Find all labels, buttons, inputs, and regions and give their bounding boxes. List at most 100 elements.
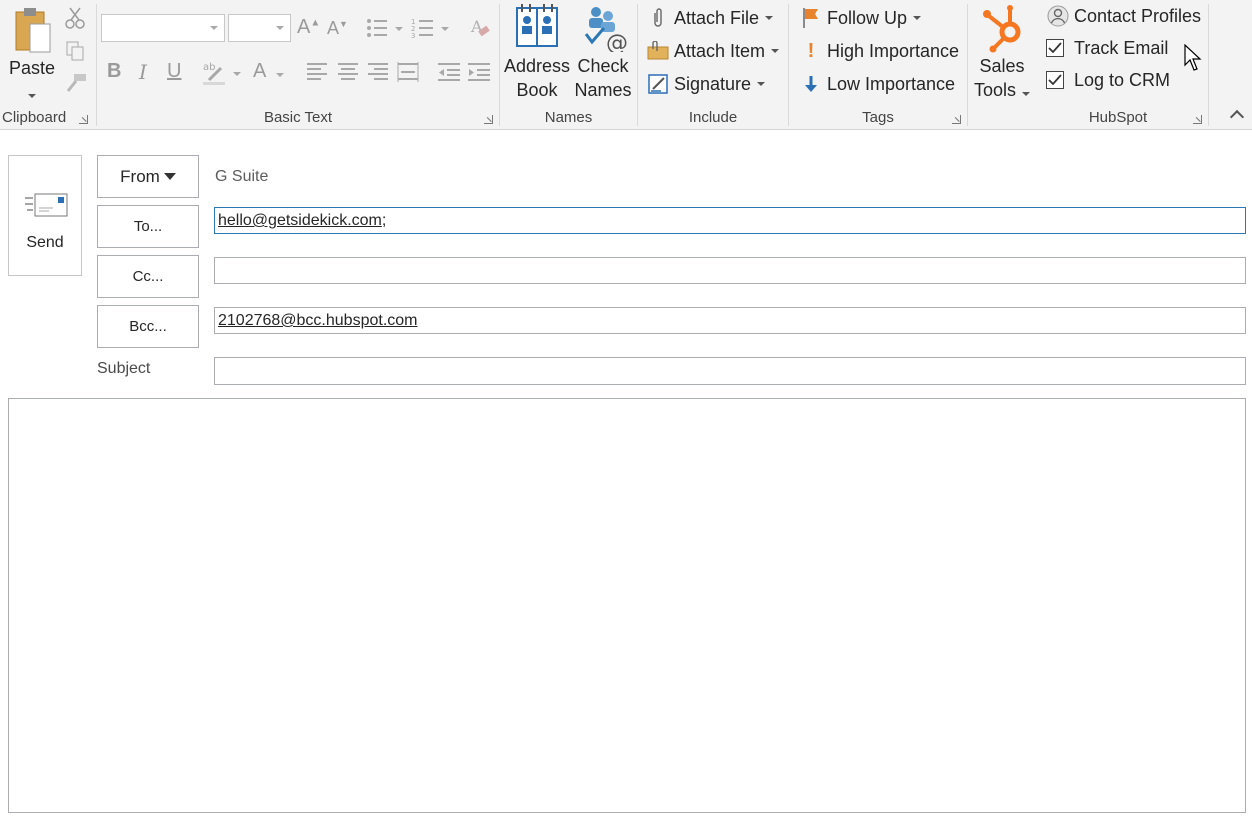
envelope-icon bbox=[25, 192, 69, 223]
follow-up-label: Follow Up bbox=[827, 7, 908, 28]
underline-button[interactable]: U bbox=[167, 60, 181, 83]
paste-button[interactable]: Paste bbox=[6, 4, 58, 100]
chevron-down-icon bbox=[28, 94, 36, 98]
signature-label: Signature bbox=[674, 73, 752, 94]
italic-button[interactable]: I bbox=[139, 60, 147, 84]
log-to-crm-checkbox[interactable] bbox=[1046, 71, 1064, 89]
align-left-icon[interactable] bbox=[306, 62, 328, 87]
send-label: Send bbox=[26, 234, 64, 251]
cut-icon[interactable] bbox=[64, 6, 86, 35]
chevron-down-icon bbox=[210, 26, 218, 30]
track-email-label: Track Email bbox=[1074, 37, 1169, 58]
contact-profiles-label: Contact Profiles bbox=[1074, 5, 1202, 26]
bullets-icon[interactable] bbox=[365, 16, 405, 45]
include-group: Attach File Attach Item Signature Includ… bbox=[638, 0, 788, 130]
from-button[interactable]: From bbox=[97, 155, 199, 198]
contact-profiles-button[interactable]: Contact Profiles bbox=[1046, 2, 1201, 30]
copy-icon[interactable] bbox=[64, 40, 86, 67]
attach-item-button[interactable]: Attach Item bbox=[646, 37, 780, 65]
checkmark-icon bbox=[1048, 74, 1062, 86]
cc-button[interactable]: Cc... bbox=[97, 255, 199, 298]
bcc-recipient[interactable]: 2102768@bcc.hubspot.com bbox=[218, 312, 417, 329]
signature-button[interactable]: Signature bbox=[646, 70, 766, 98]
font-color-button[interactable]: A bbox=[253, 60, 285, 83]
low-importance-button[interactable]: Low Importance bbox=[799, 70, 955, 98]
cc-label: Cc... bbox=[132, 268, 164, 285]
attach-item-label: Attach Item bbox=[674, 40, 766, 61]
follow-up-button[interactable]: Follow Up bbox=[799, 4, 922, 32]
names-group: Address Book @ Check Names Names bbox=[500, 0, 637, 130]
grow-font-icon[interactable]: A▲ bbox=[297, 16, 320, 39]
subject-label: Subject bbox=[97, 360, 151, 377]
cc-field[interactable] bbox=[214, 257, 1246, 284]
decrease-indent-icon[interactable] bbox=[437, 62, 461, 87]
flag-icon bbox=[799, 6, 823, 30]
tags-label: Tags bbox=[862, 109, 894, 126]
names-label: Names bbox=[544, 109, 593, 126]
chevron-down-icon bbox=[1022, 92, 1031, 96]
from-account: G Suite bbox=[215, 168, 269, 185]
to-field[interactable]: hello@getsidekick.com; bbox=[214, 207, 1246, 234]
chevron-down-icon bbox=[276, 73, 285, 77]
mouse-cursor-icon bbox=[1184, 43, 1204, 77]
check-names-icon: @ bbox=[572, 4, 634, 56]
basic-text-group: A▲ A▼ 123 A B I U ab A Basic Text bbox=[97, 0, 499, 130]
chevron-down-icon bbox=[163, 173, 176, 180]
collapse-ribbon-icon[interactable] bbox=[1229, 109, 1245, 125]
bold-button[interactable]: B bbox=[107, 60, 121, 83]
check-names-button[interactable]: @ Check Names bbox=[572, 4, 634, 102]
tags-launcher-icon[interactable] bbox=[952, 115, 961, 124]
attach-file-button[interactable]: Attach File bbox=[646, 4, 774, 32]
attach-file-label: Attach File bbox=[674, 7, 760, 28]
hubspot-launcher-icon[interactable] bbox=[1193, 115, 1202, 124]
highlight-icon[interactable]: ab bbox=[201, 60, 243, 91]
sales-tools-line1: Sales bbox=[979, 56, 1025, 76]
address-book-button[interactable]: Address Book bbox=[504, 4, 570, 102]
shrink-font-icon[interactable]: A▼ bbox=[327, 18, 348, 39]
to-recipient[interactable]: hello@getsidekick.com bbox=[218, 212, 382, 229]
track-email-checkbox[interactable] bbox=[1046, 39, 1064, 57]
chevron-down-icon bbox=[276, 26, 284, 30]
clipboard-group: Paste Clipboard bbox=[0, 0, 96, 130]
bcc-field[interactable]: 2102768@bcc.hubspot.com bbox=[214, 307, 1246, 334]
to-separator: ; bbox=[381, 212, 387, 229]
check-names-line2: Names bbox=[574, 80, 632, 100]
log-to-crm-toggle[interactable]: Log to CRM bbox=[1046, 66, 1170, 94]
bcc-label: Bcc... bbox=[129, 318, 167, 335]
clipboard-launcher-icon[interactable] bbox=[79, 115, 88, 124]
to-button[interactable]: To... bbox=[97, 205, 199, 248]
high-importance-button[interactable]: ! High Importance bbox=[799, 37, 959, 65]
send-button[interactable]: Send bbox=[8, 155, 82, 276]
increase-indent-icon[interactable] bbox=[467, 62, 491, 87]
font-size-combo[interactable] bbox=[228, 14, 291, 42]
format-painter-icon[interactable] bbox=[64, 72, 88, 99]
arrow-down-icon bbox=[799, 72, 823, 96]
signature-icon bbox=[646, 72, 670, 96]
svg-text:ab: ab bbox=[203, 62, 215, 73]
to-label: To... bbox=[133, 218, 163, 235]
divider bbox=[1208, 4, 1209, 126]
svg-text:@: @ bbox=[606, 31, 628, 52]
clear-formatting-icon[interactable]: A bbox=[469, 16, 491, 45]
message-body[interactable] bbox=[8, 398, 1246, 813]
checkmark-icon bbox=[1048, 42, 1062, 54]
from-label: From bbox=[120, 166, 160, 186]
numbering-icon[interactable]: 123 bbox=[411, 16, 451, 45]
align-center-icon[interactable] bbox=[337, 62, 359, 87]
track-email-toggle[interactable]: Track Email bbox=[1046, 34, 1168, 62]
hubspot-logo-icon bbox=[970, 2, 1034, 54]
font-name-combo[interactable] bbox=[101, 14, 225, 42]
address-book-icon bbox=[504, 4, 570, 54]
bcc-button[interactable]: Bcc... bbox=[97, 305, 199, 348]
person-icon bbox=[1046, 4, 1070, 28]
sales-tools-button[interactable]: Sales Tools bbox=[970, 2, 1034, 102]
subject-field[interactable] bbox=[214, 357, 1246, 385]
basic-text-launcher-icon[interactable] bbox=[484, 115, 493, 124]
hubspot-label: HubSpot bbox=[1088, 109, 1148, 126]
attach-item-icon bbox=[646, 39, 670, 63]
justify-icon[interactable] bbox=[397, 62, 419, 87]
address-book-line2: Book bbox=[516, 80, 558, 100]
hubspot-group: Sales Tools Contact Profiles Track Email… bbox=[968, 0, 1208, 130]
align-right-icon[interactable] bbox=[367, 62, 389, 87]
ribbon: Paste Clipboard A▲ A▼ 123 A B I U ab A B… bbox=[0, 0, 1252, 130]
